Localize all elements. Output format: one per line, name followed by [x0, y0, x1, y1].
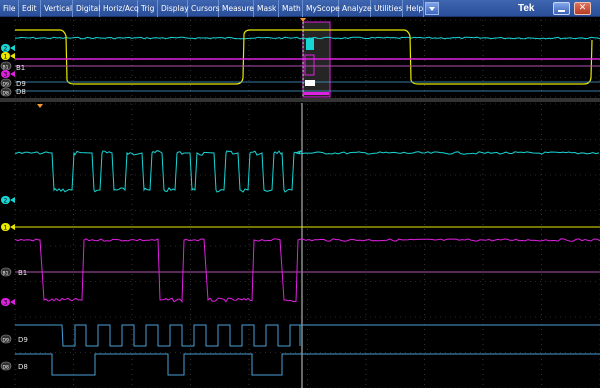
svg-text:1: 1	[4, 225, 8, 232]
overview-d9-burst	[305, 80, 315, 86]
waveform-display: B1 D9 D8 2 1 B1 3 D9 D8 B1 D9 D8 2 1 B1 …	[0, 18, 600, 388]
svg-text:D9: D9	[3, 81, 9, 87]
pane-separator	[0, 98, 600, 102]
zoom-ch3-trace	[14, 238, 600, 303]
overview-bus-label: B1	[16, 64, 25, 72]
overview-d9-label: D9	[16, 80, 26, 88]
zoom-d9-trace	[15, 324, 600, 347]
svg-text:D8: D8	[3, 90, 9, 96]
svg-text:D8: D8	[3, 364, 9, 370]
zoom-ch2-marker[interactable]: 2	[1, 196, 15, 205]
zoom-bus-marker[interactable]: B1	[0, 267, 12, 277]
svg-text:2: 2	[4, 198, 8, 205]
zoom-graticule	[14, 103, 600, 388]
svg-text:B1: B1	[3, 270, 9, 276]
overview-d8-burst	[303, 92, 329, 95]
overview-d8-label: D8	[16, 88, 26, 96]
zoom-d8-label: D8	[18, 363, 28, 371]
zoom-ch2-trace	[14, 150, 600, 193]
overview-d9-marker[interactable]: D9	[0, 78, 12, 87]
overview-ch2-burst	[306, 38, 314, 50]
zoom-ch3-marker[interactable]: 3	[1, 298, 15, 307]
zoom-trigger-marker	[37, 104, 43, 108]
svg-text:1: 1	[4, 54, 8, 61]
svg-text:3: 3	[4, 72, 8, 79]
zoom-ch1-marker[interactable]: 1	[1, 223, 15, 232]
svg-text:B1: B1	[3, 64, 9, 70]
zoom-d9-marker[interactable]: D9	[0, 334, 12, 344]
overview-bus-marker[interactable]: B1	[0, 61, 12, 70]
overview-d8-marker[interactable]: D8	[0, 87, 12, 96]
zoom-d8-marker[interactable]: D8	[0, 361, 12, 371]
zoom-bus-label: B1	[18, 269, 27, 277]
zoom-d9-label: D9	[18, 336, 28, 344]
svg-text:3: 3	[4, 300, 8, 307]
svg-text:D9: D9	[3, 337, 9, 343]
svg-text:2: 2	[4, 46, 8, 53]
